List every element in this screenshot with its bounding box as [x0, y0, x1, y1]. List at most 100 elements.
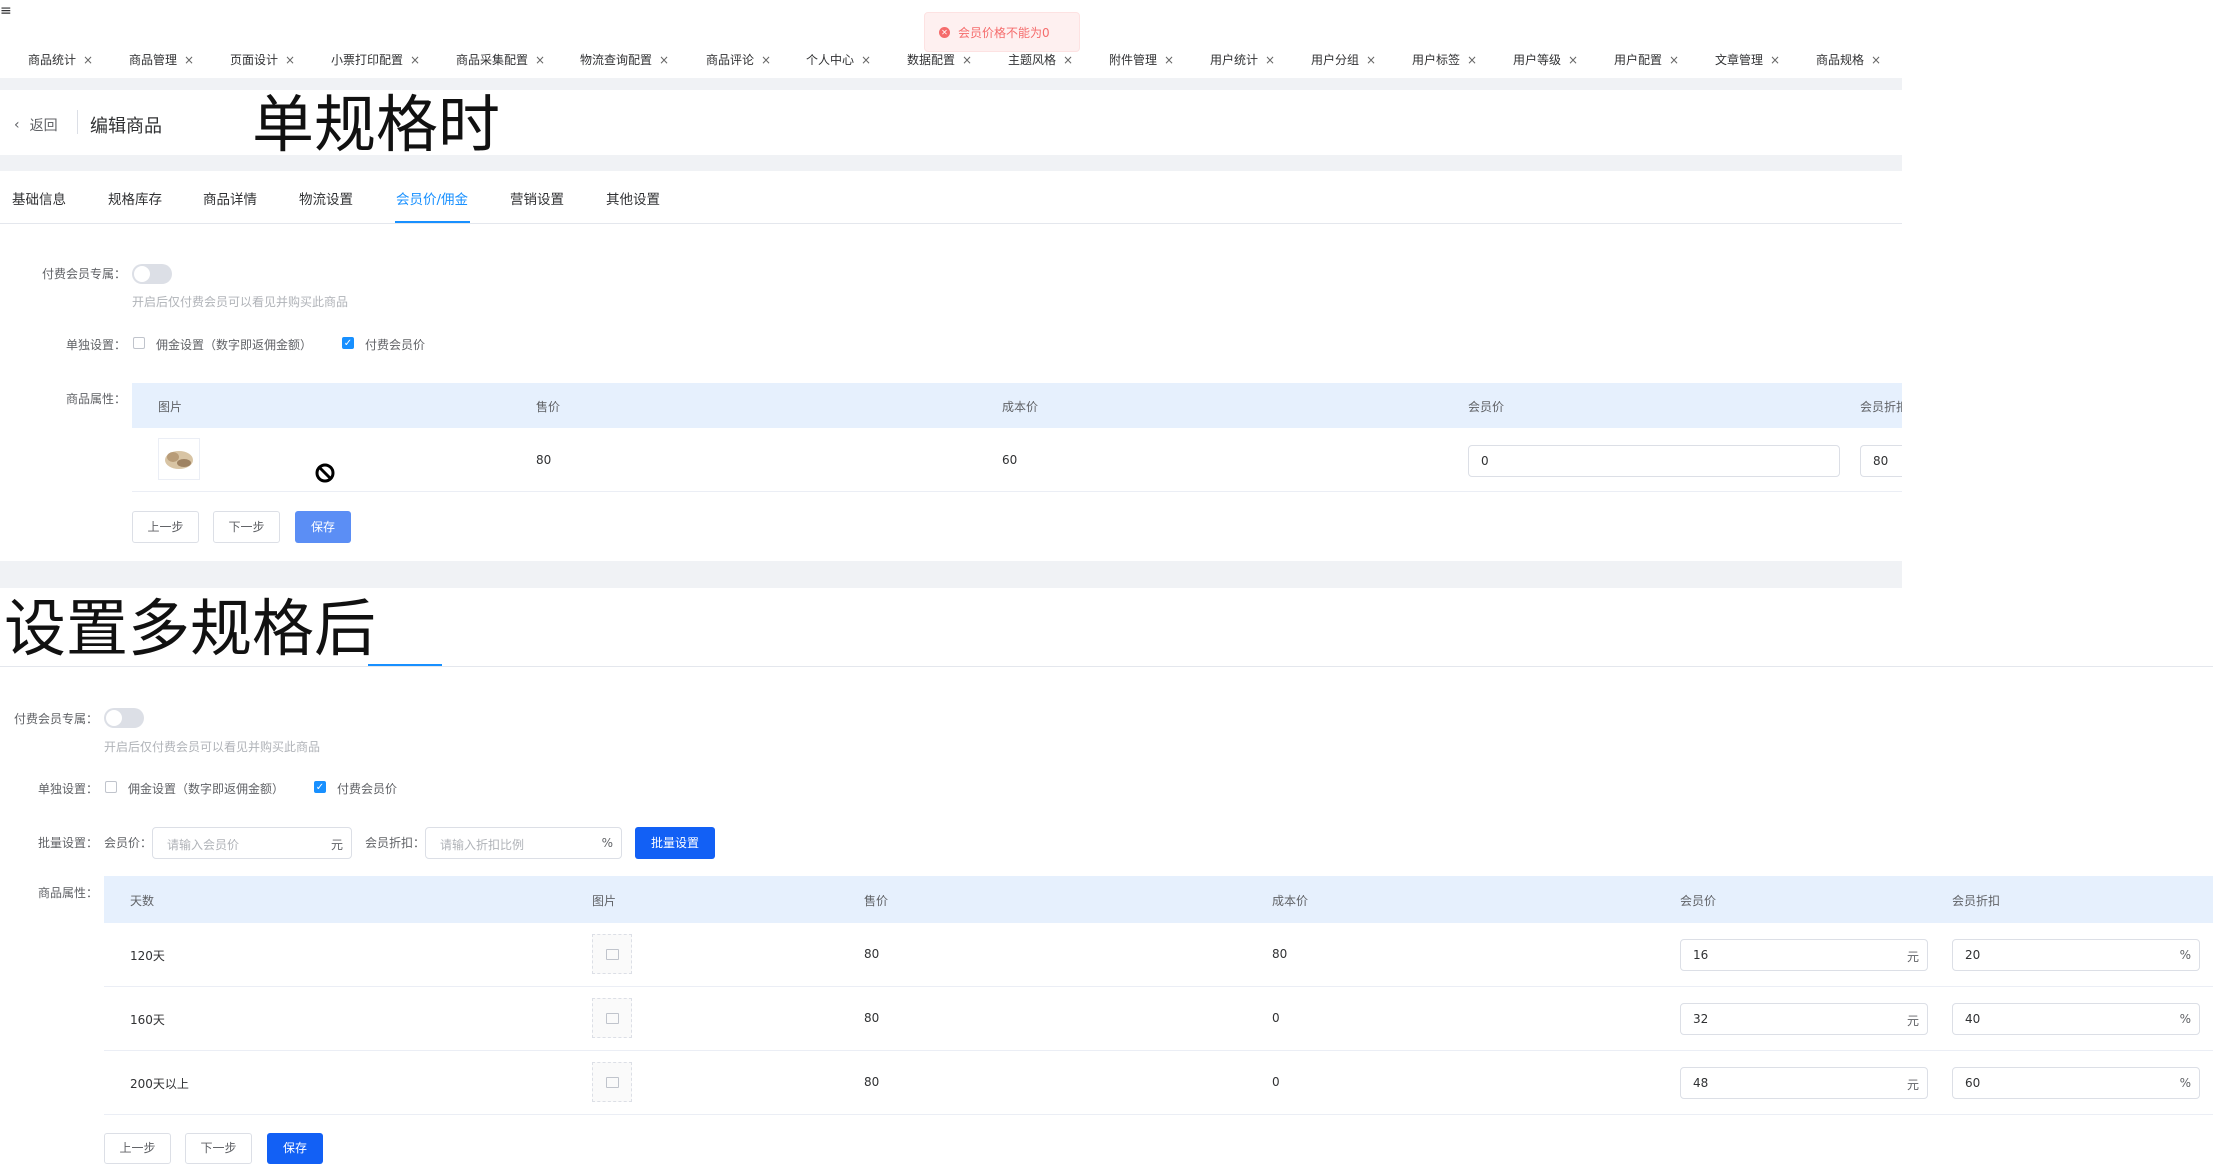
attr-label: 商品属性：	[37, 886, 98, 900]
close-icon[interactable]: ×	[1467, 53, 1477, 67]
member-price-input[interactable]: 48 元	[1680, 1067, 1928, 1099]
image-upload-slot[interactable]	[592, 1062, 632, 1102]
product-thumbnail[interactable]	[158, 438, 200, 480]
close-icon[interactable]: ×	[1063, 53, 1073, 67]
tab-item[interactable]: 用户配置 ×	[1614, 51, 1679, 68]
discount-input[interactable]: 60 %	[1952, 1067, 2200, 1099]
unit-suffix: %	[2179, 1012, 2191, 1026]
prev-step-button[interactable]: 上一步	[104, 1133, 171, 1164]
close-icon[interactable]: ×	[1265, 53, 1275, 67]
tab-item[interactable]: 页面设计 ×	[230, 51, 295, 68]
separate-setting-label: 单独设置：	[37, 782, 98, 796]
save-button[interactable]: 保存	[295, 511, 351, 543]
toast-message: 会员价格不能为0	[958, 25, 1050, 40]
tab-item[interactable]: 商品规格 ×	[1816, 51, 1881, 68]
back-button[interactable]: ‹ 返回	[14, 115, 58, 135]
prev-step-button[interactable]: 上一步	[132, 511, 199, 543]
tab-item[interactable]: 数据配置 ×	[907, 51, 972, 68]
member-price-input[interactable]: 16 元	[1680, 939, 1928, 971]
tab-item[interactable]: 商品统计 ×	[28, 51, 93, 68]
tab-item[interactable]: 文章管理 ×	[1715, 51, 1780, 68]
image-upload-slot[interactable]	[592, 934, 632, 974]
close-icon[interactable]: ×	[1568, 53, 1578, 67]
close-icon[interactable]: ×	[962, 53, 972, 67]
tab-item[interactable]: 用户等级 ×	[1513, 51, 1578, 68]
close-icon[interactable]: ×	[1366, 53, 1376, 67]
error-toast: ✕ 会员价格不能为0	[924, 12, 1080, 52]
commission-checkbox[interactable]	[105, 781, 117, 793]
paid-member-hint: 开启后仅付费会员可以看见并购买此商品	[104, 740, 321, 754]
annotation-single-spec: 单规格时	[252, 88, 501, 161]
close-icon[interactable]: ×	[861, 53, 871, 67]
close-icon[interactable]: ×	[1669, 53, 1679, 67]
input-value: 48	[1693, 1076, 1709, 1090]
tab-label: 个人中心	[806, 53, 855, 67]
subtab-detail[interactable]: 商品详情	[203, 188, 257, 208]
discount-input[interactable]: 20 %	[1952, 939, 2200, 971]
col-header-discount: 会员折扣	[1952, 894, 2001, 908]
cell-cost: 60	[1002, 453, 1018, 467]
discount-input[interactable]: 40 %	[1952, 1003, 2200, 1035]
commission-checkbox[interactable]	[133, 337, 145, 349]
image-upload-slot[interactable]	[592, 998, 632, 1038]
save-button[interactable]: 保存	[267, 1133, 323, 1164]
batch-set-button[interactable]: 批量设置	[635, 827, 715, 859]
member-price-input[interactable]: 32 元	[1680, 1003, 1928, 1035]
batch-member-price-input[interactable]: 请输入会员价 元	[152, 827, 352, 859]
unit-suffix: %	[2179, 948, 2191, 962]
close-icon[interactable]: ×	[1871, 53, 1881, 67]
subtab-spec-stock[interactable]: 规格库存	[108, 188, 162, 208]
member-price-option-label: 付费会员价	[337, 782, 398, 796]
batch-discount-input[interactable]: 请输入折扣比例 %	[425, 827, 622, 859]
next-step-button[interactable]: 下一步	[185, 1133, 252, 1164]
tab-label: 文章管理	[1715, 53, 1764, 67]
close-icon[interactable]: ×	[410, 53, 420, 67]
not-allowed-cursor-icon	[315, 463, 335, 483]
tab-item[interactable]: 用户统计 ×	[1210, 51, 1275, 68]
subtab-logistics[interactable]: 物流设置	[299, 188, 353, 208]
paid-member-hint: 开启后仅付费会员可以看见并购买此商品	[132, 295, 349, 309]
tab-item[interactable]: 小票打印配置 ×	[331, 51, 420, 68]
discount-input[interactable]: 80	[1860, 445, 1902, 477]
commission-option-label: 佣金设置（数字即返佣金额）	[156, 338, 313, 352]
tab-item[interactable]: 商品管理 ×	[129, 51, 194, 68]
close-icon[interactable]: ×	[1164, 53, 1174, 67]
tab-item[interactable]: 商品采集配置 ×	[456, 51, 545, 68]
tab-label: 数据配置	[907, 53, 956, 67]
attr-label: 商品属性：	[65, 392, 126, 406]
close-icon[interactable]: ×	[535, 53, 545, 67]
tab-item[interactable]: 用户标签 ×	[1412, 51, 1477, 68]
input-value: 40	[1965, 1012, 1981, 1026]
tabs-underline	[0, 666, 2213, 667]
member-price-input[interactable]: 0	[1468, 445, 1840, 477]
tab-item[interactable]: 物流查询配置 ×	[580, 51, 669, 68]
subtab-basic-info[interactable]: 基础信息	[12, 188, 66, 208]
close-icon[interactable]: ×	[761, 53, 771, 67]
member-price-checkbox[interactable]: ✓	[314, 781, 326, 793]
subtab-marketing[interactable]: 营销设置	[510, 188, 564, 208]
tab-label: 主题风格	[1008, 53, 1057, 67]
tab-item[interactable]: 商品评论 ×	[706, 51, 771, 68]
close-icon[interactable]: ×	[184, 53, 194, 67]
close-icon[interactable]: ×	[285, 53, 295, 67]
tab-item[interactable]: 主题风格 ×	[1008, 51, 1073, 68]
close-icon[interactable]: ×	[659, 53, 669, 67]
subtab-member-price[interactable]: 会员价/佣金	[396, 188, 468, 208]
tab-item[interactable]: 用户分组 ×	[1311, 51, 1376, 68]
unit-suffix: 元	[1906, 1014, 1919, 1028]
paid-member-label: 付费会员专属：	[41, 267, 126, 281]
tab-item[interactable]: 附件管理 ×	[1109, 51, 1174, 68]
paid-member-switch[interactable]	[132, 264, 172, 284]
menu-toggle-icon[interactable]: ≡	[0, 4, 12, 18]
switch-knob	[106, 710, 122, 726]
close-icon[interactable]: ×	[83, 53, 93, 67]
tab-item[interactable]: 个人中心 ×	[806, 51, 871, 68]
next-step-button[interactable]: 下一步	[213, 511, 280, 543]
batch-member-price-label: 会员价：	[104, 836, 153, 850]
close-icon[interactable]: ×	[1770, 53, 1780, 67]
subtab-other[interactable]: 其他设置	[606, 188, 660, 208]
col-header-cost: 成本价	[1002, 400, 1039, 414]
col-header-cost: 成本价	[1272, 894, 1309, 908]
paid-member-switch[interactable]	[104, 708, 144, 728]
member-price-checkbox[interactable]: ✓	[342, 337, 354, 349]
